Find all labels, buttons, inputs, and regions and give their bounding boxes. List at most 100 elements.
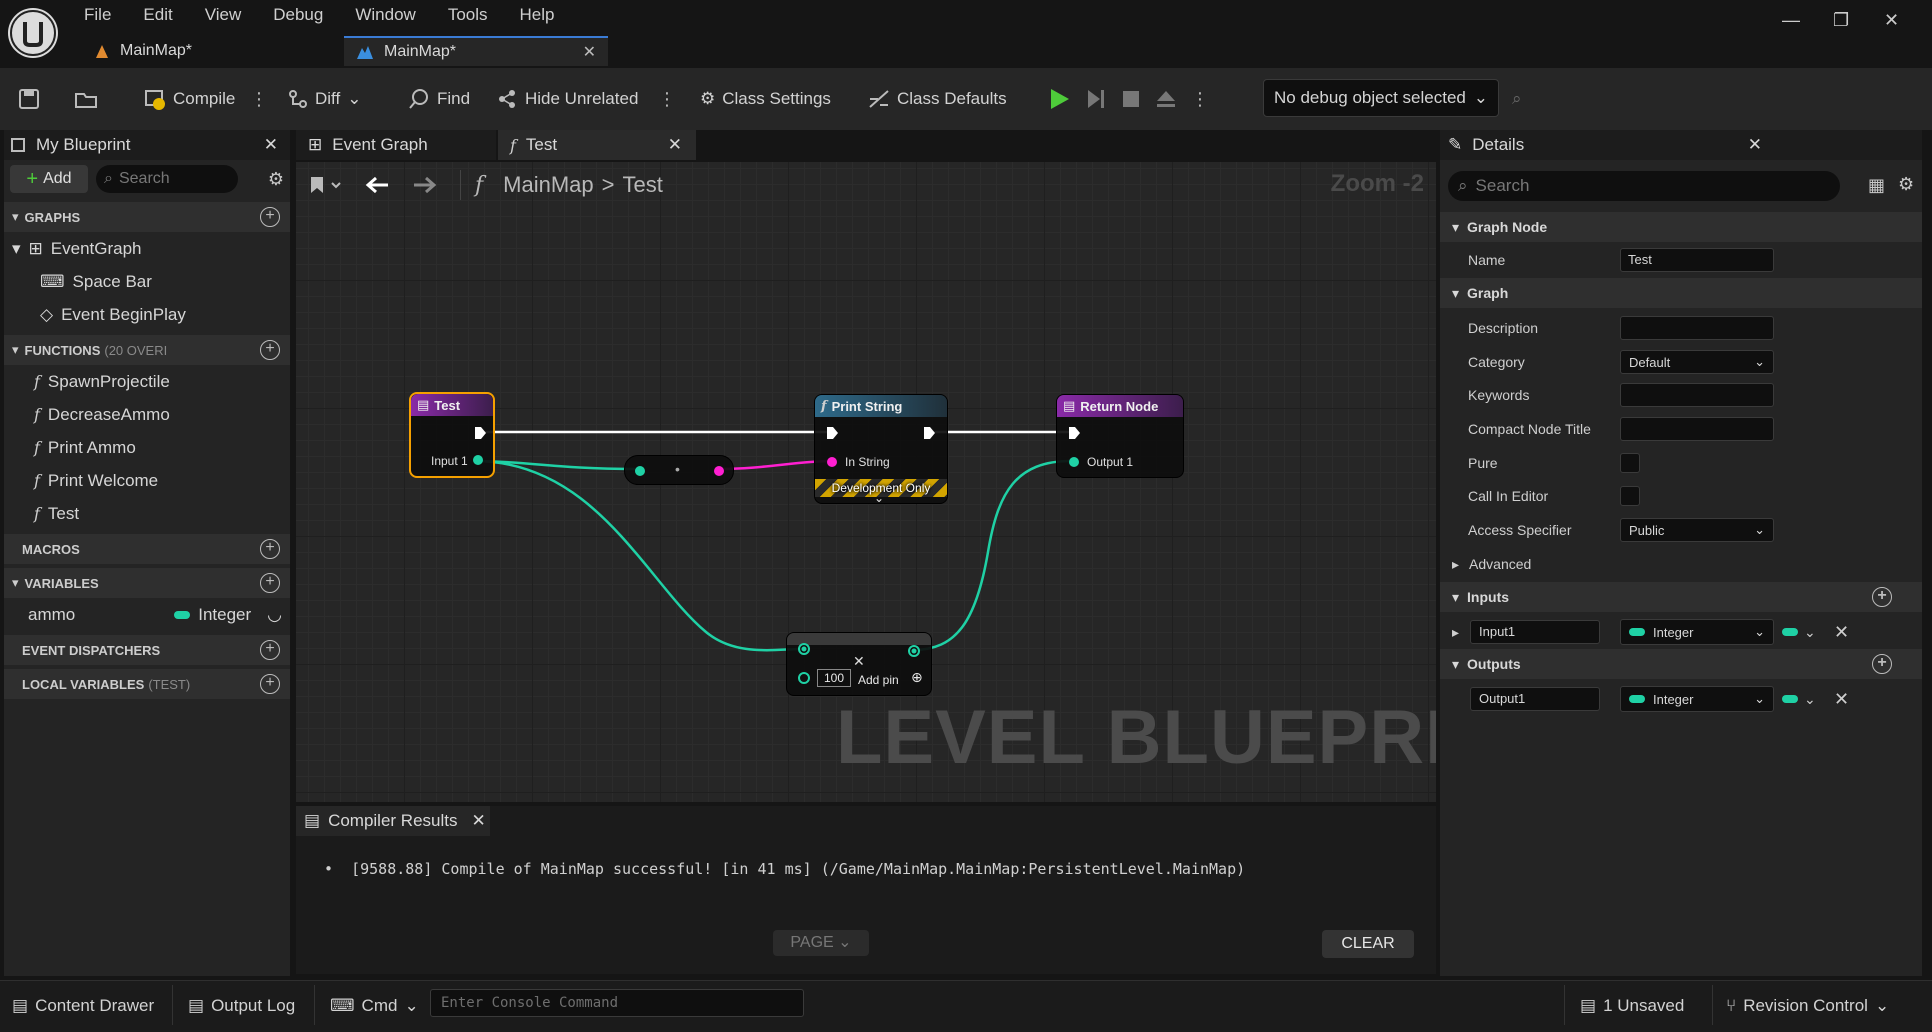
breadcrumb-test[interactable]: Test	[623, 172, 663, 198]
forward-arrow-icon[interactable]	[412, 175, 438, 195]
hide-unrelated-button[interactable]: Hide Unrelated	[496, 82, 638, 116]
macros-section[interactable]: MACROS +	[4, 534, 290, 564]
graph-item-beginplay[interactable]: ◇ Event BeginPlay	[4, 298, 290, 331]
doc-tab-blueprint[interactable]: MainMap* ✕	[344, 36, 608, 66]
class-settings-button[interactable]: ⚙ Class Settings	[700, 82, 831, 116]
add-pin-icon[interactable]: ⊕	[911, 669, 923, 686]
graph-item-eventgraph[interactable]: ▾ ⊞ EventGraph	[4, 232, 290, 265]
play-icon[interactable]	[1047, 87, 1071, 111]
stop-icon[interactable]	[1121, 89, 1141, 109]
close-icon[interactable]: ✕	[1748, 135, 1762, 155]
variables-section[interactable]: ▾ VARIABLES +	[4, 568, 290, 598]
add-output-icon[interactable]: +	[1872, 654, 1892, 674]
exec-in-pin[interactable]	[1067, 426, 1081, 440]
breadcrumb-mainmap[interactable]: MainMap	[503, 172, 593, 198]
details-search-input[interactable]: ⌕ Search	[1448, 171, 1840, 201]
input-name-field[interactable]: Input1	[1470, 620, 1600, 644]
category-combo[interactable]: Default ⌄	[1620, 350, 1774, 374]
call-in-editor-checkbox[interactable]	[1620, 486, 1640, 506]
details-tab[interactable]: ✎ Details ✕	[1440, 130, 1922, 160]
tab-event-graph[interactable]: ⊞ Event Graph	[296, 130, 496, 160]
restore-icon[interactable]: ❐	[1833, 10, 1849, 31]
eject-icon[interactable]	[1155, 89, 1177, 109]
cmd-button[interactable]: ⌨ Cmd ⌄	[330, 993, 419, 1019]
graphs-section[interactable]: ▾ GRAPHS +	[4, 202, 290, 232]
tab-test-function[interactable]: f Test ✕	[498, 130, 696, 160]
int-in-pin[interactable]	[1067, 455, 1081, 469]
container-type-combo[interactable]: ⌄	[1782, 691, 1816, 708]
int-in-pin[interactable]	[797, 642, 811, 656]
pure-checkbox[interactable]	[1620, 453, 1640, 473]
add-graph-icon[interactable]: +	[260, 207, 280, 227]
function-item[interactable]: f Test	[4, 497, 290, 530]
close-icon[interactable]: ✕	[472, 811, 486, 831]
graph-section[interactable]: ▾ Graph	[1440, 278, 1922, 308]
int-out-pin[interactable]	[907, 644, 921, 658]
compile-button[interactable]: Compile	[142, 82, 235, 116]
string-in-pin[interactable]	[825, 455, 839, 469]
name-field[interactable]: Test	[1620, 248, 1774, 272]
content-drawer-button[interactable]: ▤ Content Drawer	[12, 993, 154, 1019]
graph-canvas[interactable]: Zoom -2 LEVEL BLUEPRINT ▤ Test Input 1 •…	[296, 162, 1436, 802]
keywords-field[interactable]	[1620, 383, 1774, 407]
expand-icon[interactable]: ▸	[1452, 624, 1459, 641]
step-icon[interactable]	[1085, 88, 1107, 110]
conversion-node[interactable]: •	[624, 455, 734, 485]
save-icon[interactable]	[18, 82, 40, 116]
visibility-eye-icon[interactable]: ◡	[267, 605, 282, 625]
close-icon[interactable]: ✕	[264, 135, 278, 155]
add-function-icon[interactable]: +	[260, 340, 280, 360]
add-button[interactable]: + Add	[10, 165, 88, 193]
minimize-icon[interactable]: —	[1782, 10, 1800, 31]
debug-object-select[interactable]: No debug object selected ⌄	[1263, 79, 1499, 117]
exec-out-pin[interactable]	[473, 426, 487, 440]
output-log-button[interactable]: ▤ Output Log	[188, 993, 295, 1019]
menu-debug[interactable]: Debug	[257, 4, 339, 28]
gear-icon[interactable]: ⚙	[268, 169, 284, 190]
back-arrow-icon[interactable]	[364, 175, 390, 195]
menu-edit[interactable]: Edit	[127, 4, 188, 28]
graph-item-space-bar[interactable]: ⌨ Space Bar	[4, 265, 290, 298]
add-pin-label[interactable]: Add pin	[858, 673, 899, 687]
function-item[interactable]: f SpawnProjectile	[4, 365, 290, 398]
access-specifier-combo[interactable]: Public ⌄	[1620, 518, 1774, 542]
compiler-results-tab[interactable]: ▤ Compiler Results ✕	[296, 806, 490, 836]
remove-output-icon[interactable]: ✕	[1834, 689, 1849, 710]
play-options-icon[interactable]: ⋮	[1191, 89, 1209, 110]
close-icon[interactable]: ✕	[668, 135, 682, 155]
add-local-variable-icon[interactable]: +	[260, 674, 280, 694]
browse-icon[interactable]	[74, 82, 100, 116]
default-value-input[interactable]: 100	[817, 669, 851, 687]
event-dispatchers-section[interactable]: EVENT DISPATCHERS +	[4, 635, 290, 665]
function-item[interactable]: f Print Ammo	[4, 431, 290, 464]
menu-view[interactable]: View	[189, 4, 258, 28]
more-options-icon[interactable]: ⋮	[658, 82, 676, 116]
compact-title-field[interactable]	[1620, 417, 1774, 441]
local-variables-section[interactable]: LOCAL VARIABLES (TEST) +	[4, 669, 290, 699]
output-type-combo[interactable]: Integer ⌄	[1620, 686, 1774, 712]
menu-help[interactable]: Help	[504, 4, 571, 28]
advanced-row[interactable]: ▸ Advanced	[1440, 548, 1922, 580]
exec-in-pin[interactable]	[825, 426, 839, 440]
functions-section[interactable]: ▾ FUNCTIONS (20 OVERI +	[4, 335, 290, 365]
menu-tools[interactable]: Tools	[432, 4, 504, 28]
string-out-pin[interactable]	[712, 464, 726, 478]
variable-item-ammo[interactable]: ammo Integer ◡	[4, 598, 290, 631]
add-integer-node[interactable]: ✕ 100 Add pin ⊕	[786, 632, 932, 696]
doc-tab-level[interactable]: MainMap*	[82, 36, 342, 66]
gear-icon[interactable]: ⚙	[1898, 174, 1914, 195]
unreal-logo[interactable]	[8, 8, 58, 58]
my-blueprint-tab[interactable]: My Blueprint ✕	[4, 130, 290, 160]
output-name-field[interactable]: Output1	[1470, 687, 1600, 711]
print-string-node[interactable]: f Print String In String Development Onl…	[814, 394, 948, 505]
revision-control-button[interactable]: ⑂ Revision Control ⌄	[1726, 993, 1889, 1019]
close-icon[interactable]: ✕	[583, 42, 596, 62]
page-button[interactable]: PAGE ⌄	[773, 930, 869, 956]
int-in-pin[interactable]	[633, 464, 647, 478]
function-item[interactable]: f DecreaseAmmo	[4, 398, 290, 431]
class-defaults-button[interactable]: Class Defaults	[868, 82, 1007, 116]
menu-file[interactable]: File	[68, 4, 127, 28]
inputs-section[interactable]: ▾ Inputs +	[1440, 582, 1922, 612]
int-in-pin[interactable]	[797, 671, 811, 685]
function-entry-node[interactable]: ▤ Test Input 1	[409, 392, 495, 478]
